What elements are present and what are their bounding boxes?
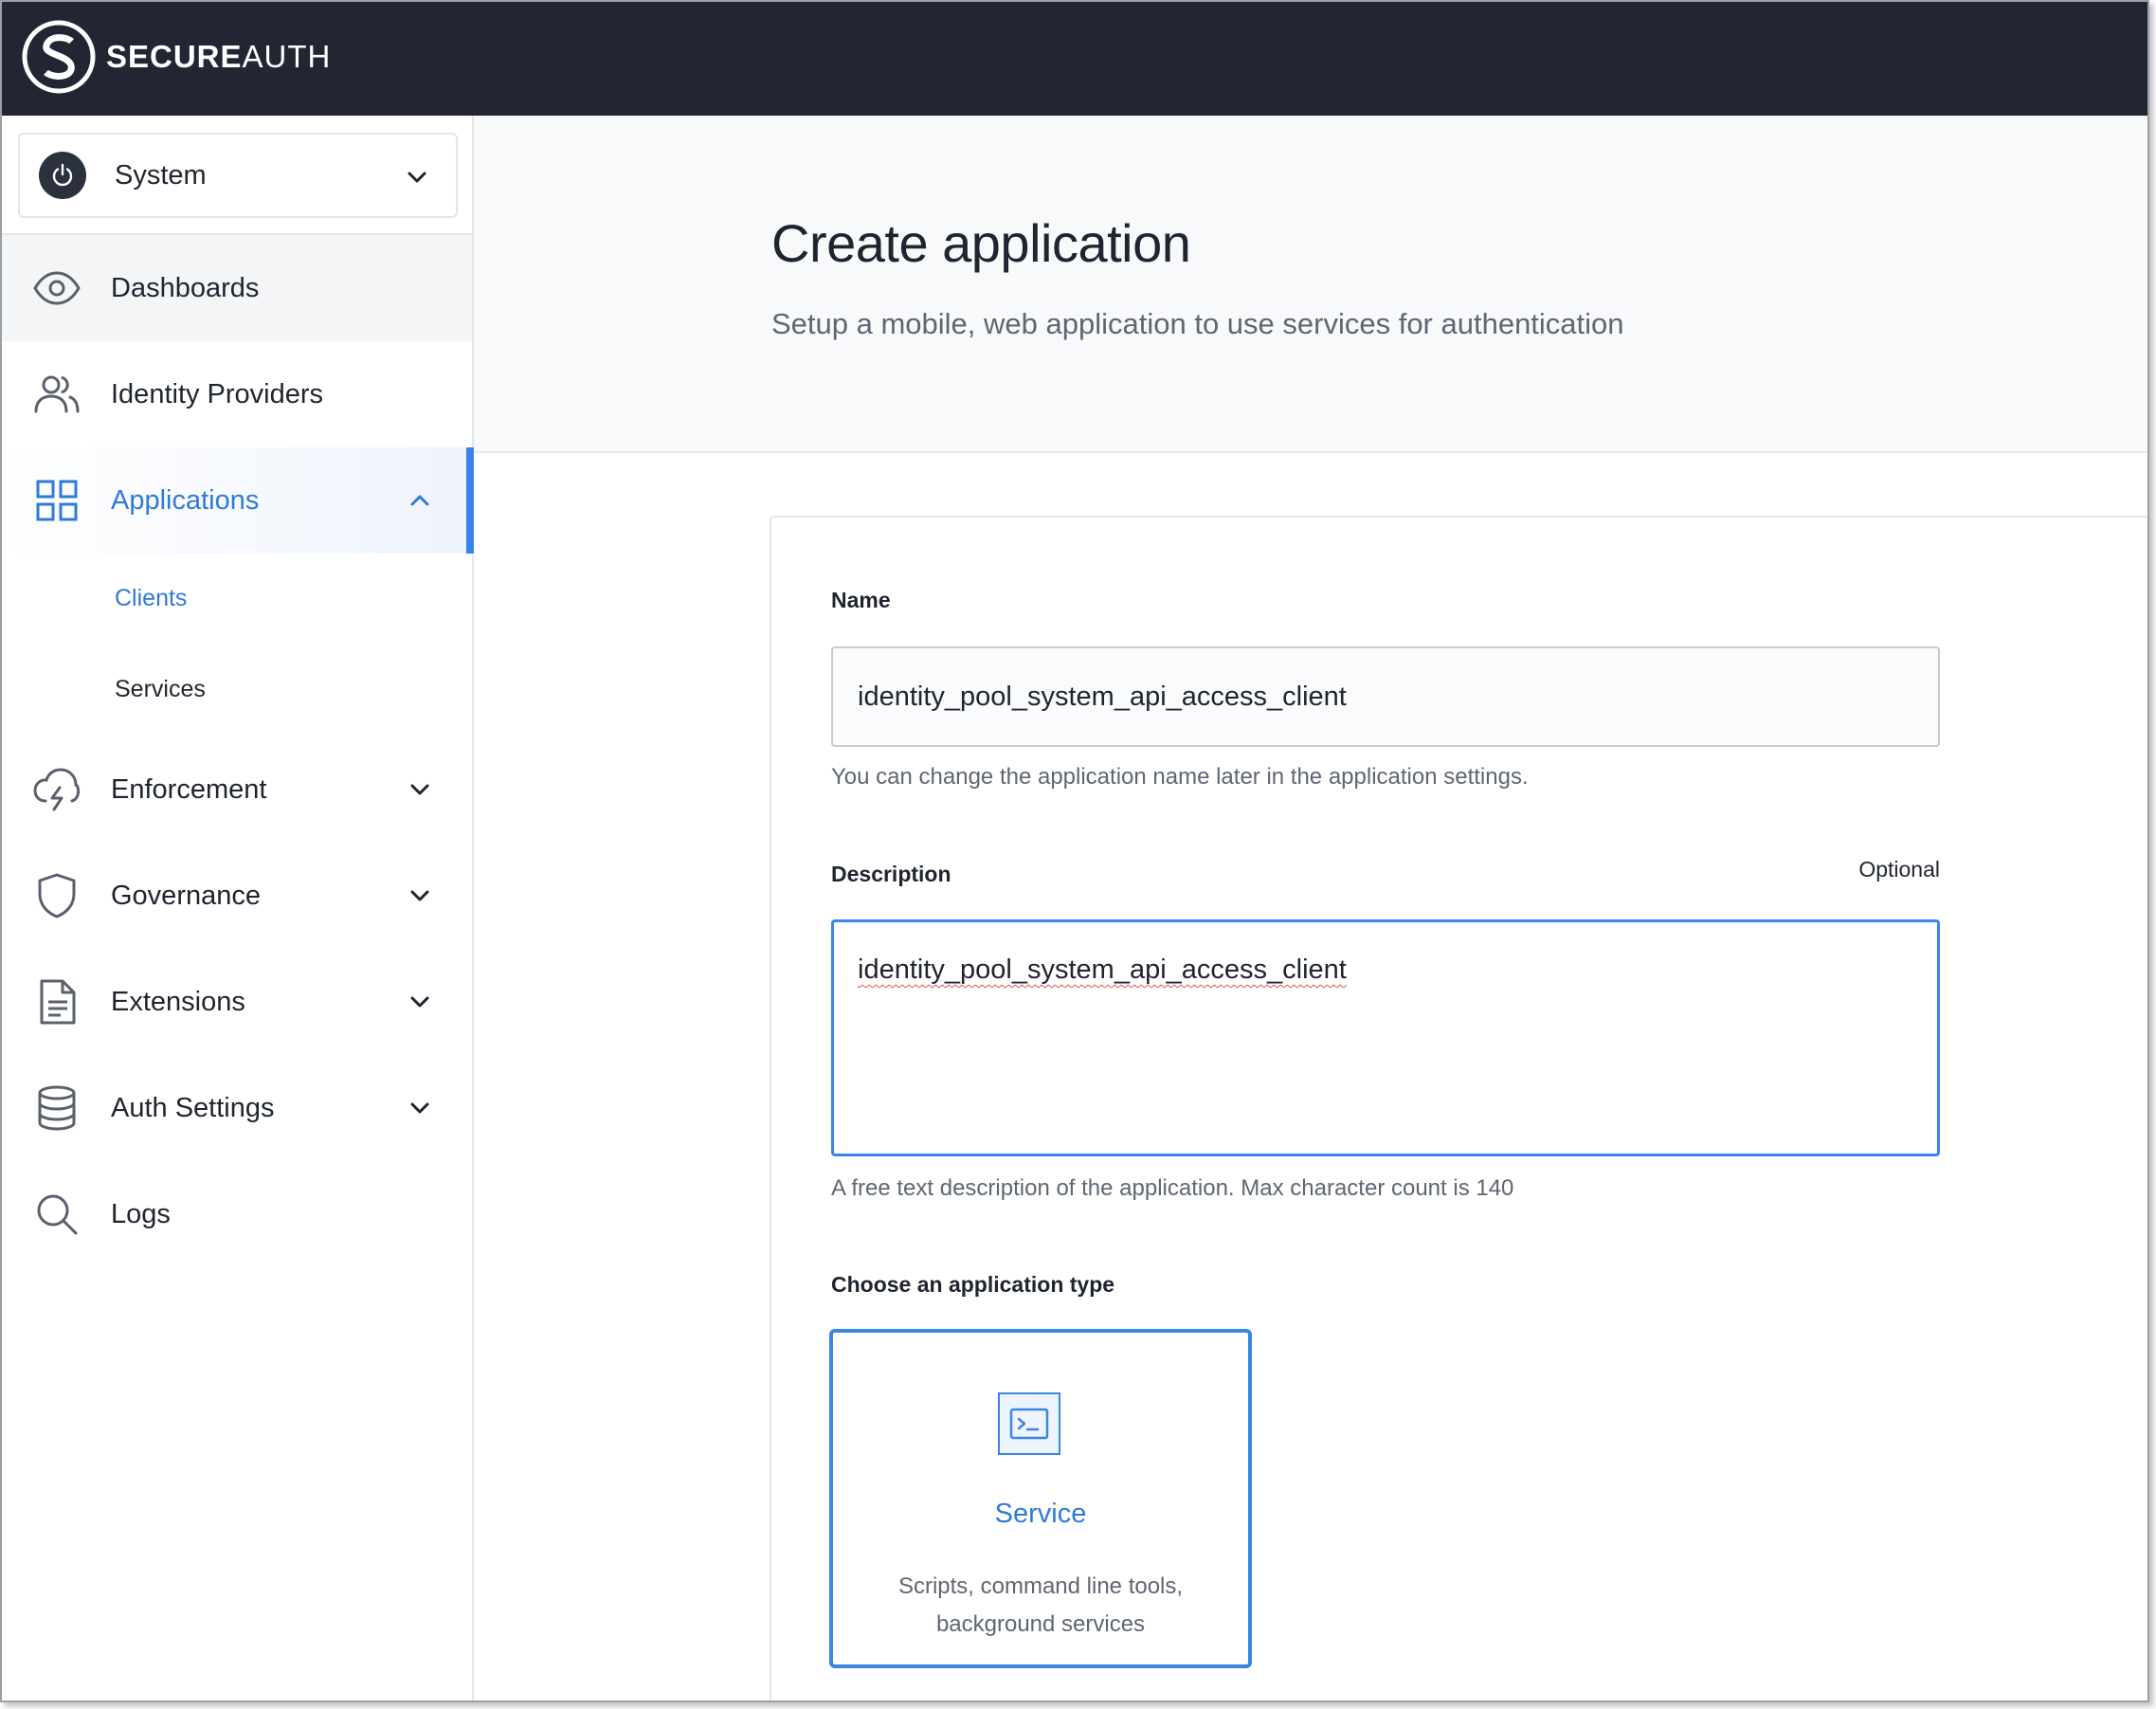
sidebar-item-label: Governance — [111, 880, 261, 911]
chevron-down-icon — [410, 1102, 429, 1114]
document-icon — [40, 979, 76, 1025]
eye-icon — [33, 271, 81, 305]
application-type-service-card[interactable]: Service Scripts, command line tools, bac… — [829, 1329, 1252, 1668]
application-type-title: Service — [994, 1499, 1087, 1529]
chevron-up-icon — [410, 495, 429, 506]
terminal-icon — [998, 1392, 1060, 1455]
search-icon — [37, 1194, 78, 1235]
sidebar-item-identity-providers[interactable]: Identity Providers — [2, 341, 472, 447]
sidebar-subitem-services[interactable]: Services — [115, 676, 206, 703]
sidebar-item-governance[interactable]: Governance — [2, 843, 472, 949]
sidebar-item-label: Auth Settings — [111, 1092, 275, 1123]
sidebar-item-label: Logs — [111, 1198, 171, 1229]
active-indicator — [466, 447, 474, 554]
shield-icon — [38, 873, 76, 918]
page-subtitle: Setup a mobile, web application to use s… — [771, 307, 1624, 340]
name-input[interactable] — [831, 646, 1940, 747]
chevron-down-icon — [410, 784, 429, 795]
org-selector-label: System — [115, 159, 207, 191]
description-label: Description — [831, 862, 951, 886]
sidebar-item-label: Enforcement — [111, 773, 267, 805]
name-label: Name — [831, 588, 891, 612]
sidebar-item-extensions[interactable]: Extensions — [2, 949, 472, 1055]
brand-logo[interactable]: SECUREAUTH — [21, 19, 331, 95]
application-type-description: Scripts, command line tools, background … — [897, 1573, 1184, 1637]
sidebar: System Dashboards Identity Providers App… — [2, 116, 474, 1700]
org-selector[interactable]: System — [18, 133, 458, 218]
optional-badge: Optional — [1858, 857, 1940, 882]
chevron-down-icon — [410, 996, 429, 1008]
grid-icon — [36, 480, 78, 521]
sidebar-item-label: Extensions — [111, 986, 245, 1017]
sidebar-item-dashboards[interactable]: Dashboards — [2, 235, 472, 341]
description-textarea[interactable]: identity_pool_system_api_access_client — [831, 919, 1940, 1156]
chevron-down-icon — [410, 890, 429, 901]
top-bar: SECUREAUTH — [2, 2, 2147, 116]
brand-name: SECUREAUTH — [106, 39, 332, 74]
power-icon — [39, 152, 86, 199]
description-help-text: A free text description of the applicati… — [831, 1175, 1514, 1201]
cloud-lightning-icon — [33, 768, 81, 811]
page-title: Create application — [771, 213, 1191, 273]
sidebar-subitem-clients[interactable]: Clients — [115, 585, 187, 612]
sidebar-item-applications[interactable]: Applications — [2, 447, 474, 554]
application-type-label: Choose an application type — [831, 1272, 1115, 1297]
sidebar-item-enforcement[interactable]: Enforcement — [2, 736, 472, 843]
sidebar-item-label: Dashboards — [111, 272, 260, 303]
users-icon — [34, 375, 80, 413]
chevron-down-icon — [408, 172, 426, 183]
database-icon — [38, 1085, 76, 1131]
secureauth-logo-icon — [22, 20, 96, 94]
sidebar-item-label: Applications — [111, 484, 260, 516]
sidebar-item-logs[interactable]: Logs — [2, 1161, 472, 1267]
sidebar-item-label: Identity Providers — [111, 378, 324, 409]
sidebar-item-auth-settings[interactable]: Auth Settings — [2, 1055, 472, 1161]
name-help-text: You can change the application name late… — [831, 764, 1529, 790]
main-content: Create application Setup a mobile, web a… — [474, 116, 2147, 1700]
app-window: SECUREAUTH System Dashboards Identity Pr… — [0, 0, 2149, 1702]
page-header: Create application Setup a mobile, web a… — [474, 116, 2147, 453]
